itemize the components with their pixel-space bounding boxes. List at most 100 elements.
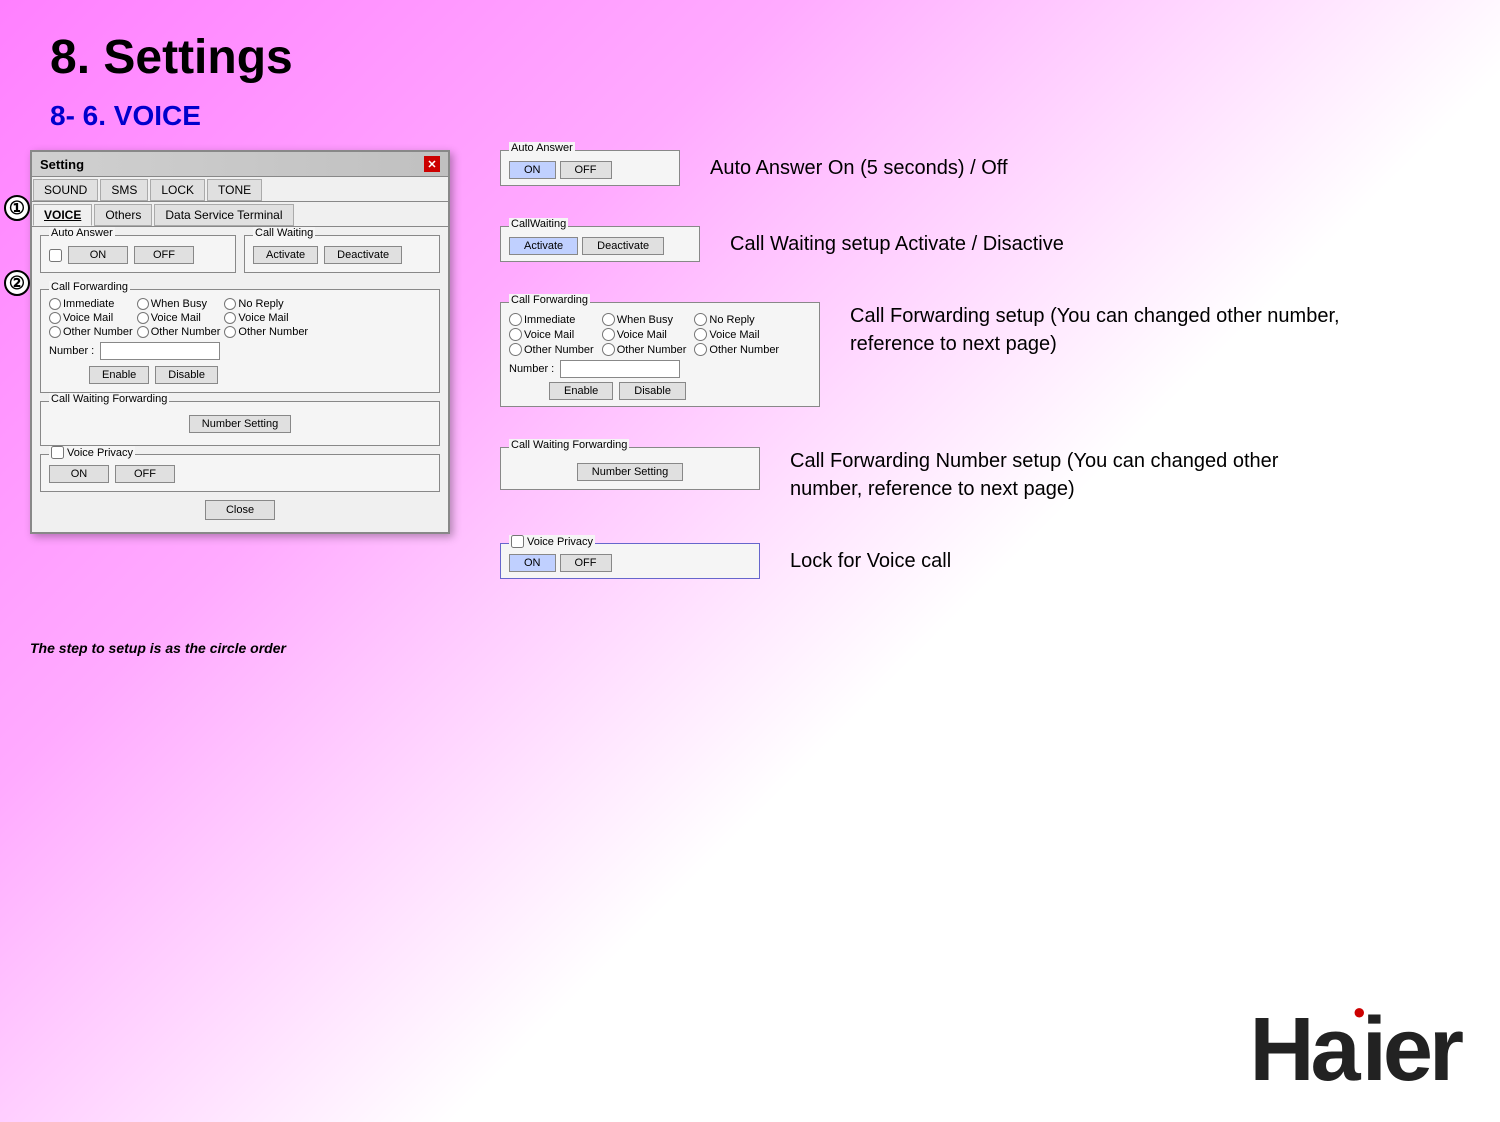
mini-radio-on3-input[interactable] (694, 343, 707, 356)
mini-radio-on2: Other Number (602, 343, 687, 356)
mini-radio-nr-input[interactable] (694, 313, 707, 326)
cwf-text1: Call Forwarding Number setup (You can ch… (790, 447, 1278, 475)
auto-answer-on-button[interactable]: ON (68, 246, 128, 264)
right-panel: Auto Answer ON OFF Auto Answer On (5 sec… (500, 150, 1460, 619)
radio-other3-input[interactable] (224, 326, 236, 338)
call-forwarding-explanation: Call Forwarding Immediate Voice Mail (500, 302, 1460, 407)
mini-off-button[interactable]: OFF (560, 161, 612, 179)
window-close-button[interactable]: ✕ (424, 156, 440, 172)
mini-number-row: Number : (509, 360, 811, 378)
radio-other2-input[interactable] (137, 326, 149, 338)
mini-radio-on2-label: Other Number (617, 344, 687, 356)
radio-voicemail1-input[interactable] (49, 312, 61, 324)
voice-privacy-off-button[interactable]: OFF (115, 465, 175, 483)
mini-vp-off-button[interactable]: OFF (560, 554, 612, 572)
mini-auto-answer-label: Auto Answer (509, 142, 575, 154)
tab-tone[interactable]: TONE (207, 179, 262, 201)
window-title-bar: Setting ✕ (32, 152, 448, 177)
number-label: Number : (49, 345, 94, 357)
mini-cwf-body: Number Setting (501, 448, 759, 489)
voice-privacy-explanation: Voice Privacy ON OFF Lock for Voice call (500, 543, 1460, 579)
radio-whenbusy-input[interactable] (137, 298, 149, 310)
auto-answer-text: Auto Answer On (5 seconds) / Off (710, 154, 1008, 182)
call-forwarding-text1: Call Forwarding setup (You can changed o… (850, 302, 1340, 330)
mini-vp-checkbox[interactable] (511, 535, 524, 548)
tab-data-service[interactable]: Data Service Terminal (154, 204, 293, 226)
mini-radio-on1: Other Number (509, 343, 594, 356)
mini-on-button[interactable]: ON (509, 161, 556, 179)
call-waiting-text: Call Waiting setup Activate / Disactive (730, 230, 1064, 258)
call-forwarding-section: Call Forwarding Immediate Voice Mail Oth… (40, 289, 440, 393)
radio-noreply-input[interactable] (224, 298, 236, 310)
call-waiting-forwarding-section: Call Waiting Forwarding Number Setting (40, 401, 440, 446)
mini-radio-on2-input[interactable] (602, 343, 615, 356)
mini-radio-vm2: Voice Mail (602, 328, 687, 341)
mini-fw-col3: No Reply Voice Mail Other Number (694, 313, 779, 356)
auto-answer-off-button[interactable]: OFF (134, 246, 194, 264)
auto-answer-label: Auto Answer (49, 227, 115, 239)
call-waiting-explanation: CallWaiting Activate Deactivate Call Wai… (500, 226, 1460, 262)
cwf-explanation: Call Waiting Forwarding Number Setting C… (500, 447, 1460, 503)
radio-whenbusy-label: When Busy (151, 298, 207, 310)
mini-cwf-label: Call Waiting Forwarding (509, 439, 629, 451)
call-forwarding-col1: Immediate Voice Mail Other Number (49, 298, 133, 338)
tab-voice[interactable]: VOICE (33, 204, 92, 226)
mini-radio-wb-input[interactable] (602, 313, 615, 326)
voice-privacy-text: Lock for Voice call (790, 547, 951, 575)
radio-voicemail2-input[interactable] (137, 312, 149, 324)
voice-privacy-section: Voice Privacy ON OFF (40, 454, 440, 492)
mini-radio-nr-label: No Reply (709, 314, 754, 326)
disable-button[interactable]: Disable (155, 366, 218, 384)
mini-deactivate-button[interactable]: Deactivate (582, 237, 664, 255)
mini-enable-button[interactable]: Enable (549, 382, 613, 400)
call-waiting-activate-button[interactable]: Activate (253, 246, 318, 264)
mini-vp-label-text: Voice Privacy (527, 536, 593, 548)
mini-radio-vm1-input[interactable] (509, 328, 522, 341)
auto-answer-checkbox[interactable] (49, 249, 62, 262)
call-forwarding-col2: When Busy Voice Mail Other Number (137, 298, 221, 338)
radio-other1-label: Other Number (63, 326, 133, 338)
call-waiting-deactivate-button[interactable]: Deactivate (324, 246, 402, 264)
mini-call-waiting-btns: Activate Deactivate (509, 237, 691, 255)
mini-radio-vm1-label: Voice Mail (524, 329, 574, 341)
mini-radio-vm2-input[interactable] (602, 328, 615, 341)
number-row: Number : (49, 342, 431, 360)
mini-radio-vm3-input[interactable] (694, 328, 707, 341)
number-input[interactable] (100, 342, 220, 360)
radio-othernumber-3: Other Number (224, 326, 308, 338)
mini-radio-immediate-input[interactable] (509, 313, 522, 326)
voice-privacy-on-button[interactable]: ON (49, 465, 109, 483)
window-title: Setting (40, 157, 84, 172)
mini-activate-button[interactable]: Activate (509, 237, 578, 255)
mini-disable-button[interactable]: Disable (619, 382, 686, 400)
radio-voicemail-2: Voice Mail (137, 312, 221, 324)
mini-call-forwarding-body: Immediate Voice Mail Other Number (501, 303, 819, 406)
mini-call-forwarding-label: Call Forwarding (509, 294, 590, 306)
radio-immediate-input[interactable] (49, 298, 61, 310)
tab-lock[interactable]: LOCK (150, 179, 205, 201)
tab-sms[interactable]: SMS (100, 179, 148, 201)
voice-privacy-label: Voice Privacy (49, 446, 135, 459)
call-forwarding-label: Call Forwarding (49, 281, 130, 293)
mini-number-input[interactable] (560, 360, 680, 378)
mini-vp-btns: ON OFF (509, 554, 751, 572)
call-forwarding-col3: No Reply Voice Mail Other Number (224, 298, 308, 338)
radio-voicemail2-label: Voice Mail (151, 312, 201, 324)
mini-vp-on-button[interactable]: ON (509, 554, 556, 572)
enable-button[interactable]: Enable (89, 366, 149, 384)
cwf-texts: Call Forwarding Number setup (You can ch… (790, 447, 1278, 503)
radio-other1-input[interactable] (49, 326, 61, 338)
tab-sound[interactable]: SOUND (33, 179, 98, 201)
voice-privacy-checkbox[interactable] (51, 446, 64, 459)
close-window-button[interactable]: Close (205, 500, 275, 520)
radio-other2-label: Other Number (151, 326, 221, 338)
tab-others[interactable]: Others (94, 204, 152, 226)
mini-fw-col1: Immediate Voice Mail Other Number (509, 313, 594, 356)
radio-voicemail3-input[interactable] (224, 312, 236, 324)
radio-whenbusy: When Busy (137, 298, 221, 310)
mini-auto-answer-body: ON OFF (501, 151, 679, 185)
number-setting-button[interactable]: Number Setting (189, 415, 291, 433)
mini-radio-on1-input[interactable] (509, 343, 522, 356)
mini-number-setting-button[interactable]: Number Setting (577, 463, 683, 481)
window-body: Auto Answer ON OFF Call Waiting Activate… (32, 227, 448, 532)
